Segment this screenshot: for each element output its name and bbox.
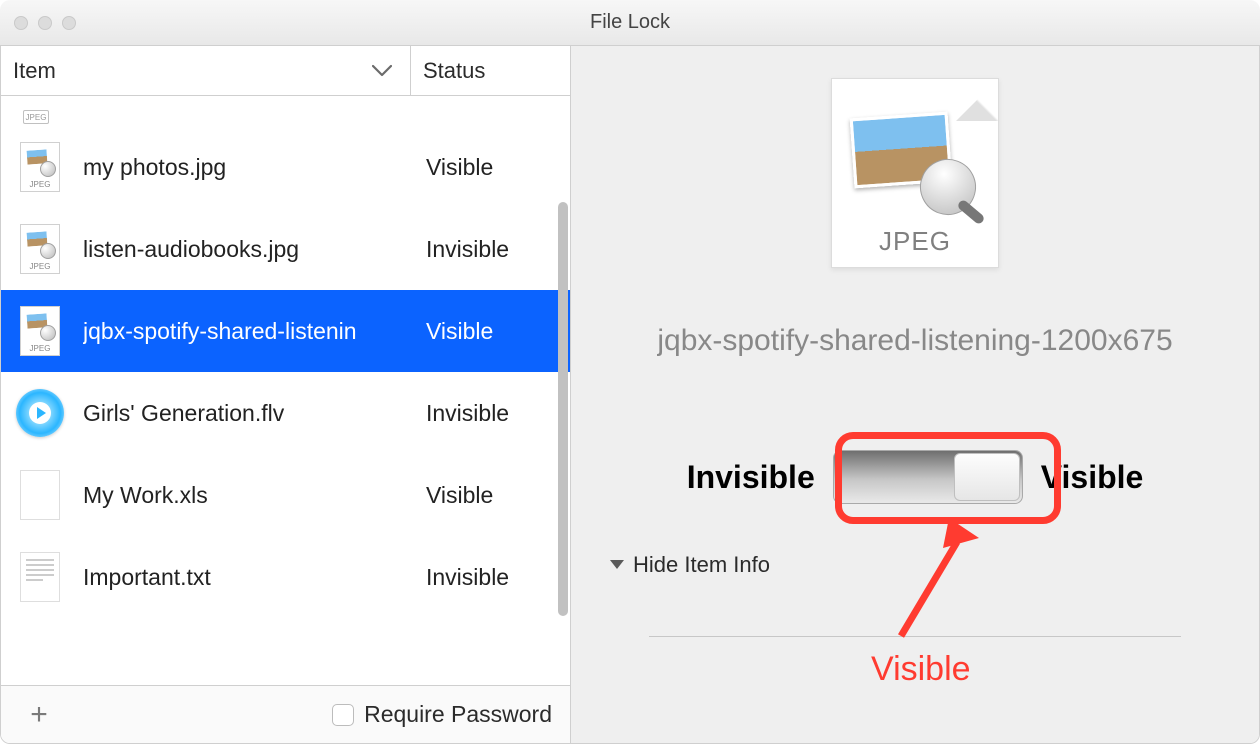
add-button[interactable]: + [19, 695, 59, 735]
plus-icon: + [30, 698, 48, 732]
toggle-label-invisible: Invisible [687, 459, 815, 496]
list-item[interactable]: JPEG [1, 96, 570, 126]
chevron-down-icon [372, 64, 392, 78]
window-title: File Lock [0, 11, 1260, 34]
file-name: jqbx-spotify-shared-listenin [83, 318, 418, 345]
file-status: Invisible [418, 400, 558, 427]
list-footer: + Require Password [1, 685, 570, 743]
list-item[interactable]: jqbx-spotify-shared-listenin Visible [1, 290, 570, 372]
file-status: Invisible [418, 564, 558, 591]
annotation-label: Visible [871, 650, 971, 689]
hide-item-info-label: Hide Item Info [633, 552, 770, 578]
list-item[interactable]: my photos.jpg Visible [1, 126, 570, 208]
file-preview: JPEG jqbx-spotify-shared-listening-1200x… [591, 78, 1239, 504]
generic-file-icon [13, 468, 67, 522]
checkbox-icon[interactable] [332, 704, 354, 726]
list-item[interactable]: My Work.xls Visible [1, 454, 570, 536]
filetype-label: JPEG [832, 226, 998, 257]
hide-item-info[interactable]: Hide Item Info [609, 552, 1239, 578]
column-item-label: Item [13, 58, 56, 84]
list-item[interactable]: Important.txt Invisible [1, 536, 570, 618]
column-header-item[interactable]: Item [1, 46, 411, 95]
jpeg-preview-icon: JPEG [831, 78, 999, 268]
file-name: listen-audiobooks.jpg [83, 236, 418, 263]
file-status: Visible [418, 318, 558, 345]
jpeg-file-icon [13, 304, 67, 358]
column-header-status[interactable]: Status [411, 46, 570, 95]
file-list-pane: Item Status JPEG my photos.jpg Visible l… [1, 46, 571, 743]
list-item[interactable]: Girls' Generation.flv Invisible [1, 372, 570, 454]
main-content: Item Status JPEG my photos.jpg Visible l… [0, 46, 1260, 744]
toggle-label-visible: Visible [1041, 459, 1144, 496]
disclosure-triangle-icon [609, 559, 625, 571]
text-file-icon [13, 550, 67, 604]
detail-pane: JPEG jqbx-spotify-shared-listening-1200x… [571, 46, 1259, 743]
require-password[interactable]: Require Password [332, 701, 552, 728]
file-rows: JPEG my photos.jpg Visible listen-audiob… [1, 96, 570, 685]
toggle-knob [954, 453, 1020, 501]
require-password-label: Require Password [364, 701, 552, 728]
file-status: Invisible [418, 236, 558, 263]
column-status-label: Status [423, 58, 485, 84]
visibility-toggle-row: Invisible Visible [687, 450, 1144, 504]
detail-filename: jqbx-spotify-shared-listening-1200x675 [657, 324, 1172, 358]
jpeg-badge-icon: JPEG [23, 110, 49, 124]
file-name: Girls' Generation.flv [83, 400, 418, 427]
video-file-icon [13, 386, 67, 440]
file-status: Visible [418, 154, 558, 181]
scrollbar-thumb[interactable] [558, 202, 568, 616]
divider [649, 636, 1181, 637]
file-status: Visible [418, 482, 558, 509]
file-name: My Work.xls [83, 482, 418, 509]
visibility-toggle[interactable] [833, 450, 1023, 504]
jpeg-file-icon [13, 140, 67, 194]
file-name: Important.txt [83, 564, 418, 591]
table-header: Item Status [1, 46, 570, 96]
titlebar: File Lock [0, 0, 1260, 46]
file-name: my photos.jpg [83, 154, 418, 181]
jpeg-file-icon [13, 222, 67, 276]
list-item[interactable]: listen-audiobooks.jpg Invisible [1, 208, 570, 290]
